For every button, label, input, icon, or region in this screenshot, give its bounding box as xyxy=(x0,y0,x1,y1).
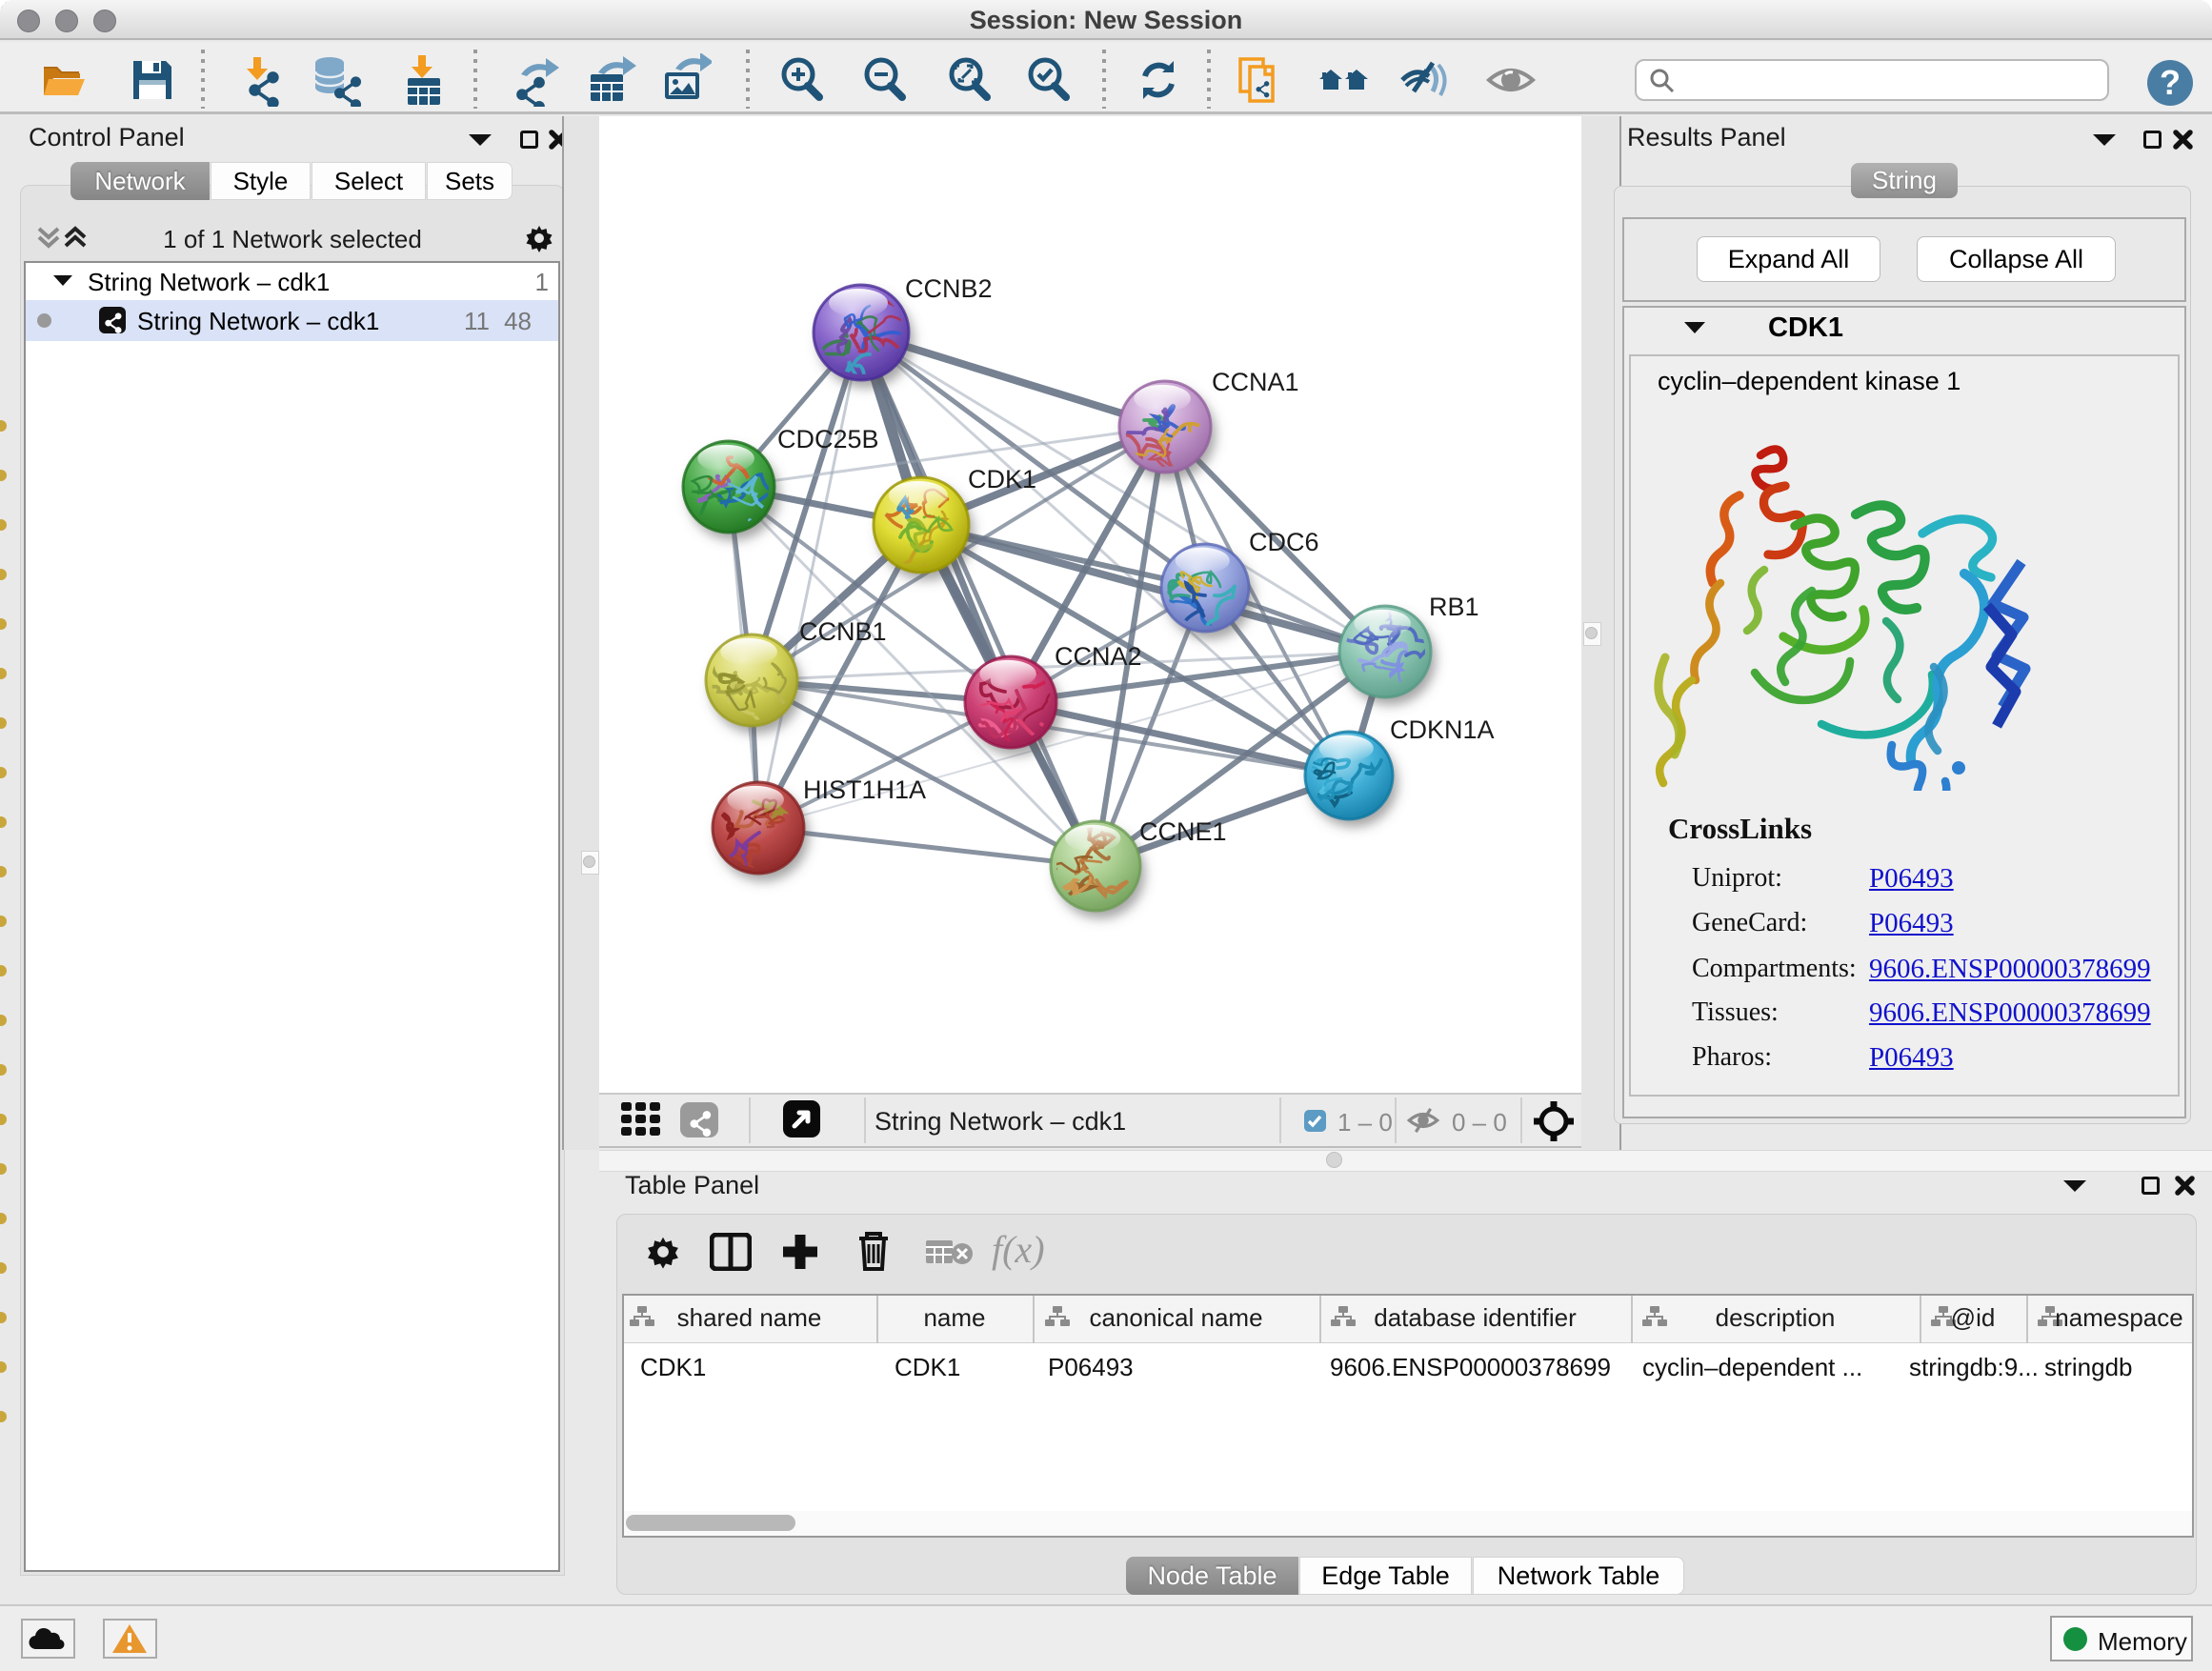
svg-text:HIST1H1A: HIST1H1A xyxy=(803,775,926,804)
svg-text:RB1: RB1 xyxy=(1429,593,1479,621)
svg-text:CCNB2: CCNB2 xyxy=(905,274,993,303)
svg-text:CCNA1: CCNA1 xyxy=(1212,368,1299,396)
svg-text:CCNE1: CCNE1 xyxy=(1139,817,1227,846)
svg-text:CDC6: CDC6 xyxy=(1249,528,1319,556)
svg-text:CCNB1: CCNB1 xyxy=(799,617,887,646)
svg-text:CCNA2: CCNA2 xyxy=(1055,642,1142,671)
svg-text:CDKN1A: CDKN1A xyxy=(1390,715,1495,744)
svg-text:CDK1: CDK1 xyxy=(968,465,1036,493)
svg-text:CDC25B: CDC25B xyxy=(777,425,879,453)
